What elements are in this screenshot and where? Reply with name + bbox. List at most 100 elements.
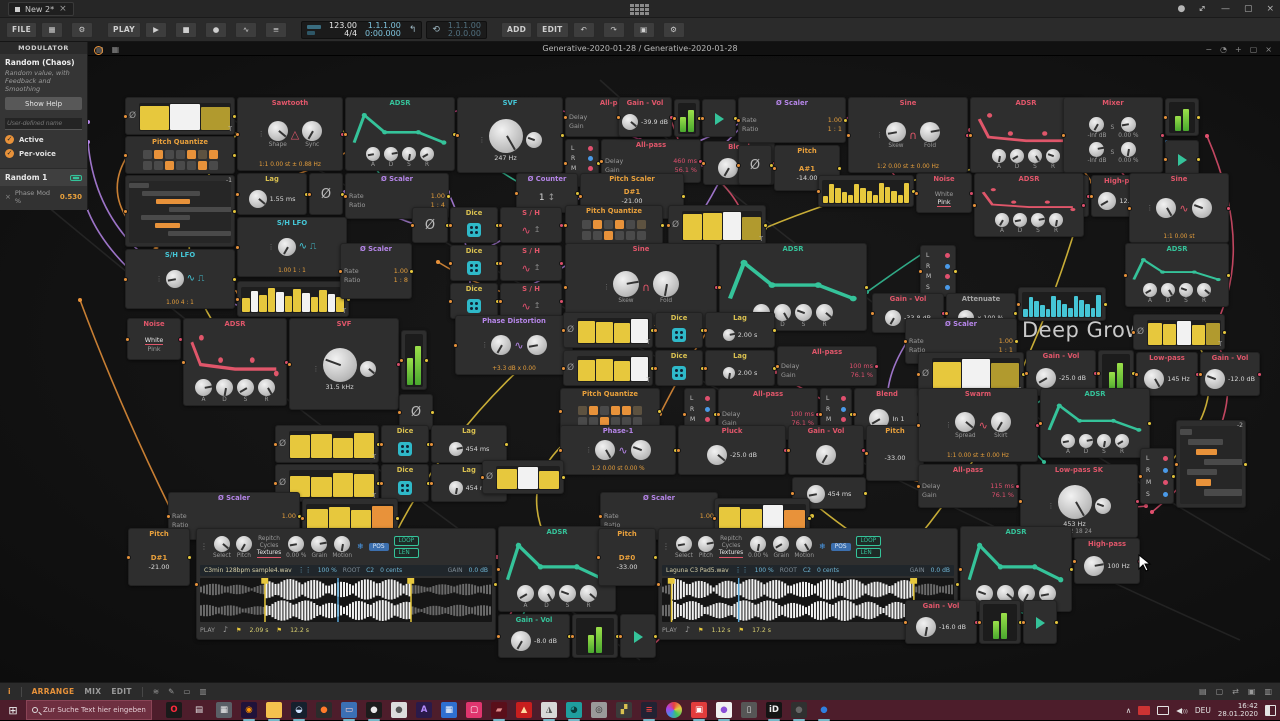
channel-row[interactable]: R [1146,467,1168,474]
channel-port-icon[interactable] [705,417,710,423]
sh-3[interactable]: S / H ∿ ↥ [498,283,564,319]
gainvol-4[interactable]: Gain - Vol -8.0 dB [496,614,572,658]
channel-port-icon[interactable] [945,252,950,258]
input-port-icon[interactable] [235,297,240,302]
dice-7[interactable]: Dice [379,464,431,502]
input-port-icon[interactable] [903,620,908,625]
phi-c[interactable]: Ø [410,207,450,243]
record-icon[interactable]: ● [205,21,228,38]
input-port-icon[interactable] [1096,371,1101,376]
param-value[interactable]: 100 ms [790,411,814,418]
slider-bar[interactable] [991,363,1019,391]
resonance-knob[interactable] [1094,498,1111,514]
input-port-icon[interactable] [379,442,384,447]
amount-knob[interactable] [915,617,936,637]
env-knob-S[interactable] [1097,434,1111,448]
taskbar-clock[interactable]: 16:42 28.01.2020 [1218,702,1258,718]
channel-port-icon[interactable] [1163,479,1168,485]
redo-icon[interactable]: ↷ [602,21,625,38]
output-port-icon[interactable] [430,410,435,415]
dice-icon[interactable] [672,366,686,380]
slider-bar[interactable] [200,107,230,130]
input-port-icon[interactable] [410,223,415,228]
amount-value[interactable]: 454 ms [828,490,852,498]
svf-2[interactable]: SVF ⋮ 31.5 kHz [287,318,401,410]
slider-bank-d[interactable]: ØT [561,350,655,386]
key-bar[interactable] [250,291,259,312]
channel-row[interactable]: R [926,263,950,270]
slider-bar[interactable] [497,468,518,489]
trig-a[interactable] [700,99,738,137]
end-time[interactable]: 12.2 s [290,627,309,634]
output-port-icon[interactable] [424,358,429,363]
taskbar-icon-dark-red-app[interactable]: ▰ [491,702,507,721]
swarm-1[interactable]: Swarm ⋮ Spread ∿ Skirt 1:1 0.00 st ± 0.00 Hz [916,388,1040,462]
step-cell[interactable] [153,150,163,159]
channel-port-icon[interactable] [841,406,846,412]
taskbar-icon-teal-cat[interactable]: ◕ [566,702,582,721]
meter-e[interactable] [977,600,1023,644]
input-port-icon[interactable] [914,191,919,196]
input-port-icon[interactable] [1018,499,1023,504]
channel-row[interactable]: M [571,165,593,172]
channel-port-icon[interactable] [841,395,846,401]
device-power-icon[interactable] [94,46,103,55]
env-knob-S[interactable] [237,379,254,396]
input-port-icon[interactable] [968,133,973,138]
step-cell[interactable] [164,161,174,170]
phase-osc-1[interactable]: Phase-1 ⋮ ∿ 1:2 0.00 st 0.00 % [558,425,678,475]
osc-knob-1[interactable] [491,335,512,355]
amount-value[interactable]: -8.0 dB [534,637,557,645]
amount-knob[interactable] [750,535,767,552]
step-cell[interactable] [164,150,174,159]
history-icon[interactable]: ◔ [1220,45,1227,54]
input-port-icon[interactable] [498,299,503,304]
resonance-knob[interactable] [359,361,376,377]
notification-center-icon[interactable] [1265,704,1276,716]
columns-icon[interactable]: ▥ [1264,687,1272,696]
taskbar-icon-dark-circle[interactable]: ● [791,702,807,721]
osc-settings[interactable]: 1:2 0.00 st ± 0.00 Hz [849,164,967,170]
cutoff-value[interactable]: 31.5 kHz [325,383,353,391]
mode-selector[interactable]: Repitch Cycles Textures [256,536,282,558]
input-port-icon[interactable] [379,481,384,486]
channel-port-icon[interactable] [588,146,593,152]
vbars-a[interactable] [816,175,916,207]
input-port-icon[interactable] [125,337,130,342]
slider-bar[interactable] [683,214,702,240]
env-knob-A[interactable] [366,147,380,161]
output-port-icon[interactable] [681,194,686,199]
input-port-icon[interactable] [1061,133,1066,138]
step-cell[interactable] [208,161,218,170]
env-knob-A[interactable] [517,585,534,602]
automation-icon[interactable]: ∿ [235,21,258,38]
key-bar[interactable] [327,293,336,312]
param-value[interactable]: 1.00 [282,513,296,520]
taskbar-icon-recorder[interactable]: ● [366,702,382,721]
envelope-display[interactable] [1129,256,1225,282]
step-cell[interactable] [186,161,196,170]
param-value[interactable]: 115 ms [990,483,1014,490]
loop-chip[interactable]: LOOP [855,536,882,546]
input-port-icon[interactable] [712,516,717,521]
key-bar[interactable] [302,292,310,312]
envelope-display[interactable] [187,331,283,378]
fullscreen-icon[interactable]: ↔ [1197,3,1209,15]
per-voice-checkbox-row[interactable]: ✓ Per-voice [5,149,82,158]
input-port-icon[interactable] [870,311,875,316]
note-lane[interactable] [1180,425,1242,504]
amount-knob[interactable] [448,481,463,495]
mode-selector[interactable]: Repitch Cycles Textures [718,536,744,558]
step-cell[interactable] [637,231,646,240]
slider-bar[interactable] [539,470,559,489]
input-port-icon[interactable] [958,567,963,572]
len-chip[interactable]: LEN [393,548,420,558]
sample-file-name[interactable]: Laguna C3 Pad5.wav [666,567,729,574]
maximize-icon[interactable]: ▢ [1244,4,1253,14]
input-port-icon[interactable] [596,555,601,560]
input-port-icon[interactable] [448,299,453,304]
env-knob-S[interactable] [1179,283,1193,297]
phi-b[interactable]: Ø [307,173,345,215]
tab-close-icon[interactable]: × [59,4,67,14]
lrms-5[interactable]: LRMS [1138,448,1176,504]
